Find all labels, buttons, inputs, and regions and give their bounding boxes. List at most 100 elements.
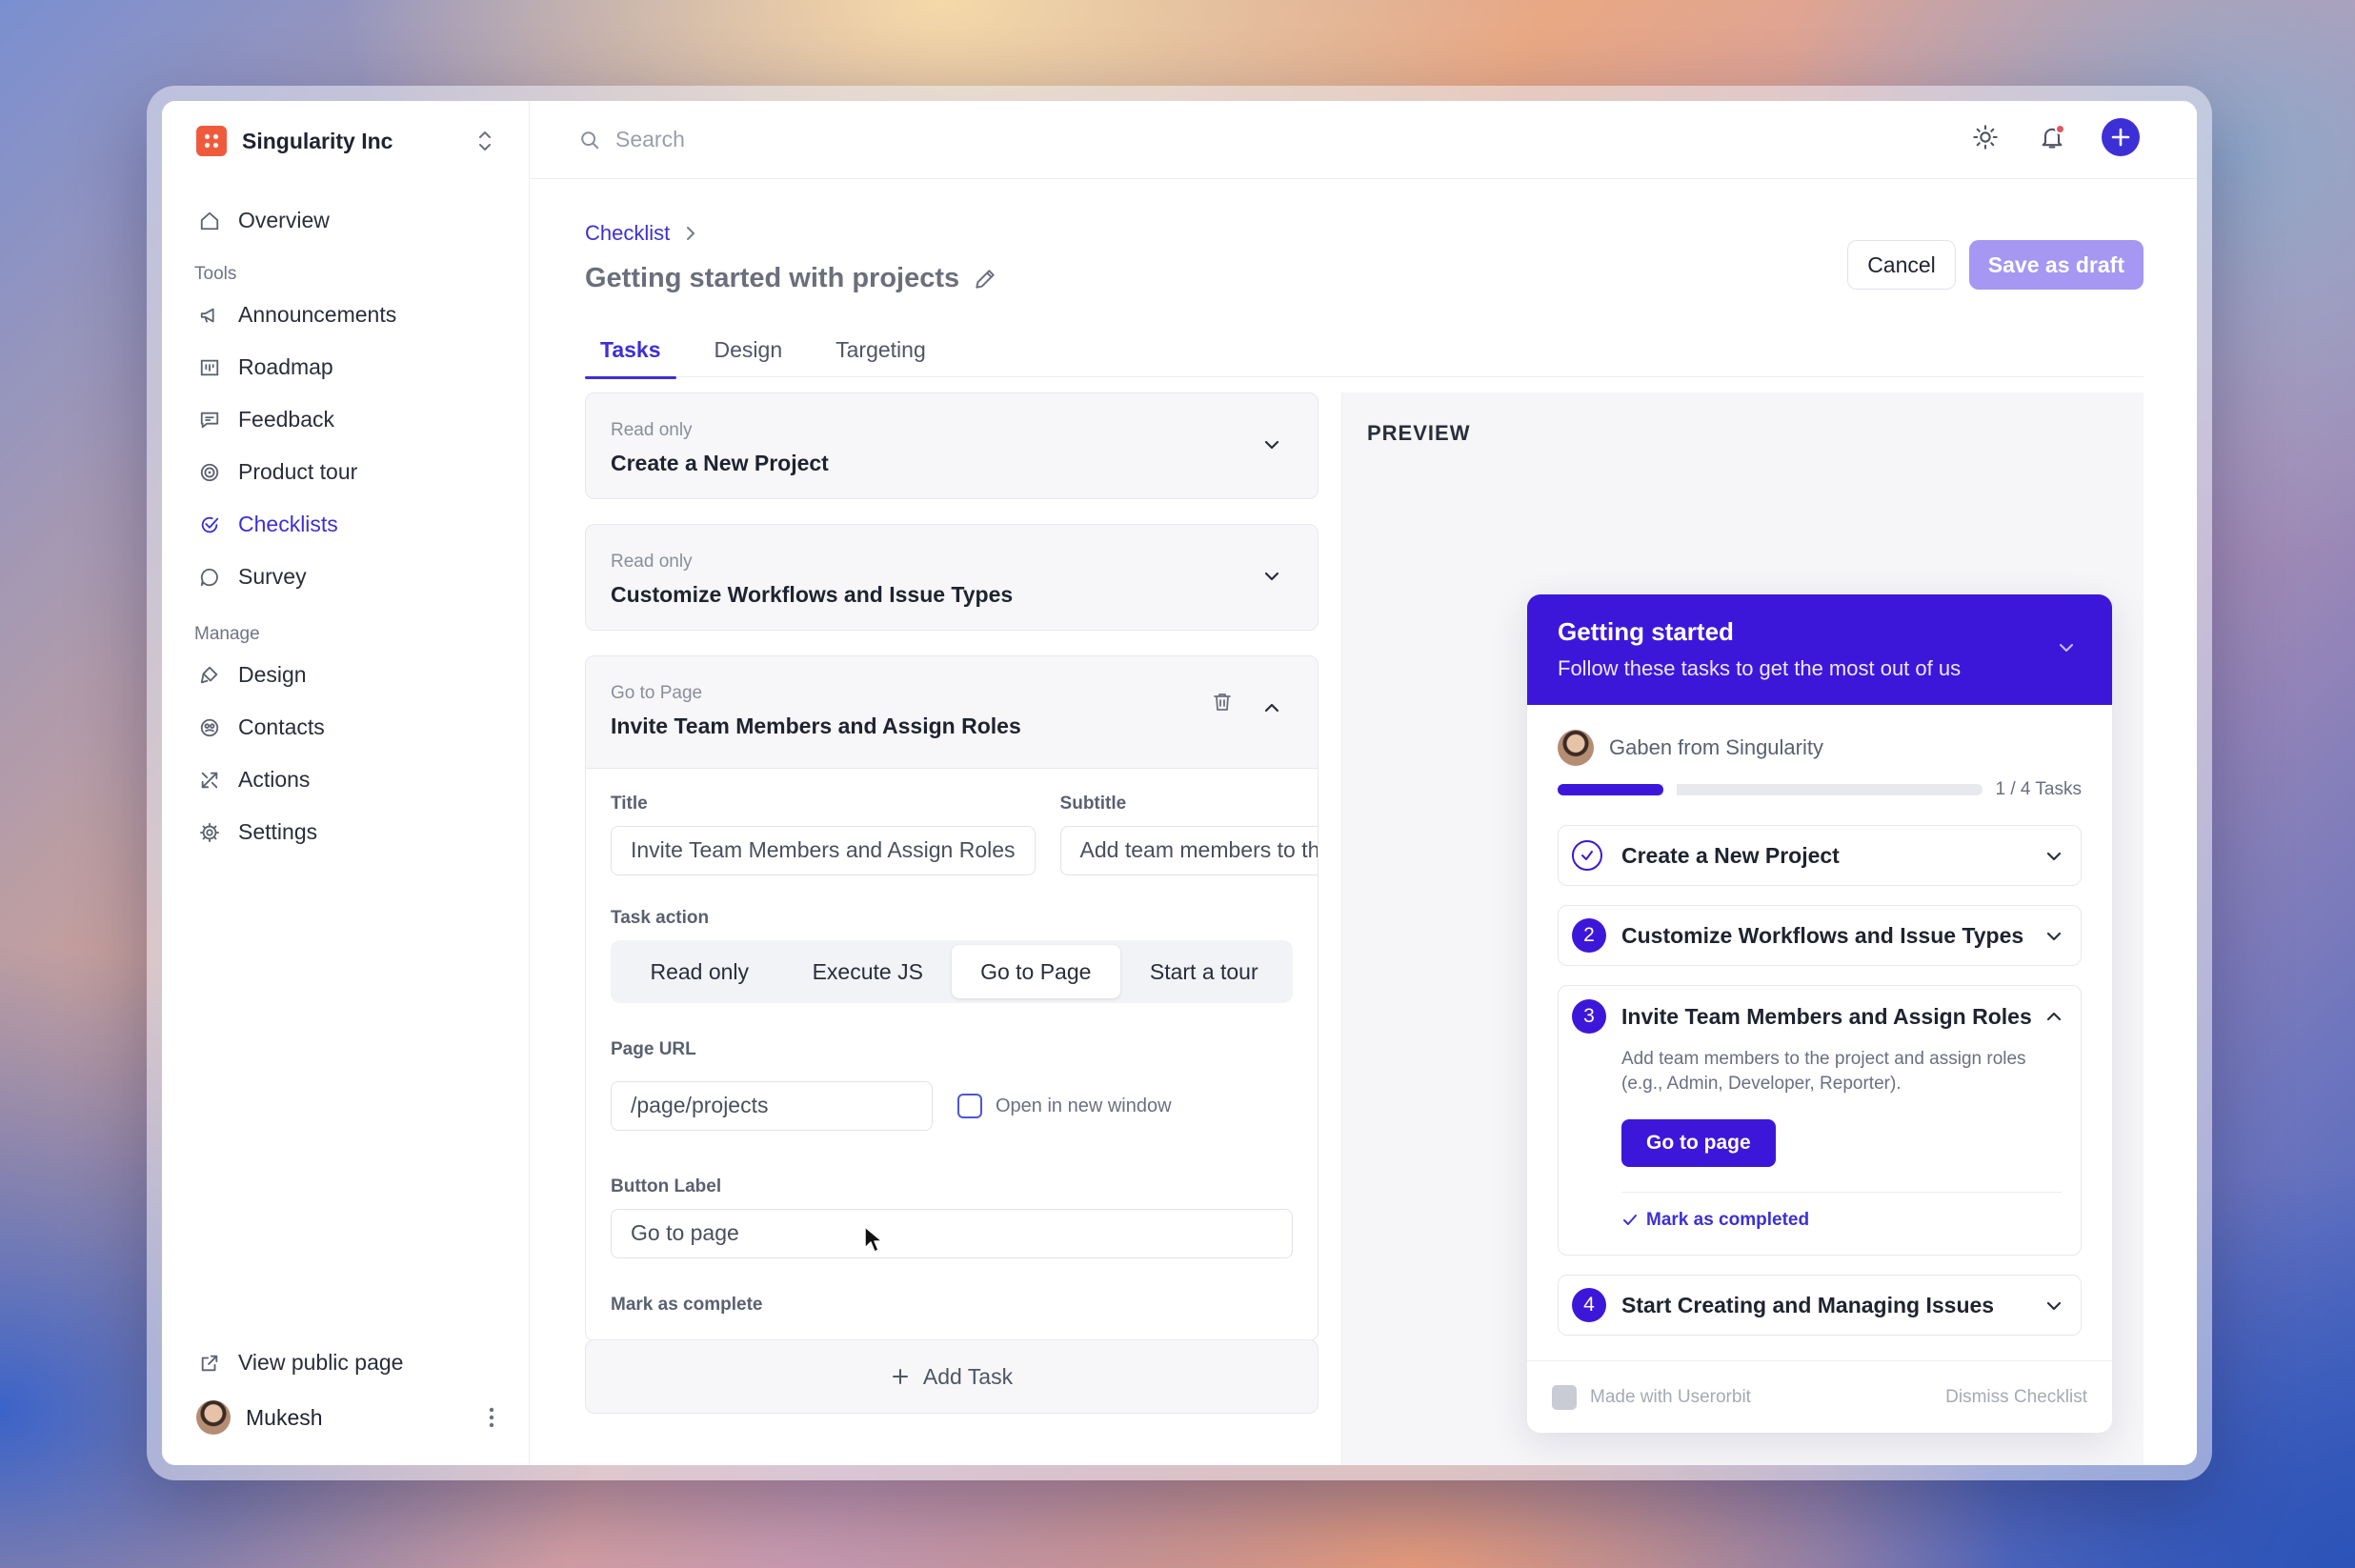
sidebar-item-survey[interactable]: Survey	[185, 551, 506, 603]
chevron-down-icon[interactable]	[2043, 845, 2065, 868]
button-label-label: Button Label	[611, 1176, 722, 1196]
action-start-a-tour[interactable]: Start a tour	[1120, 945, 1289, 998]
chevron-down-icon[interactable]	[2043, 925, 2065, 948]
org-logo-icon	[196, 126, 227, 156]
contacts-icon	[198, 716, 221, 739]
chat-bubble-icon	[198, 566, 221, 589]
chevron-down-icon[interactable]	[1260, 433, 1283, 456]
dismiss-checklist-link[interactable]: Dismiss Checklist	[1945, 1387, 2087, 1408]
task-card[interactable]: Read only Create a New Project	[585, 392, 1318, 499]
widget-header[interactable]: Getting started Follow these tasks to ge…	[1527, 594, 2112, 705]
step-number: 2	[1572, 918, 1606, 953]
task-action-label: Task action	[611, 908, 710, 928]
plus-icon	[891, 1367, 910, 1386]
checklist-item[interactable]: 4 Start Creating and Managing Issues	[1558, 1275, 2082, 1336]
action-go-to-page[interactable]: Go to Page	[952, 945, 1120, 998]
action-execute-js[interactable]: Execute JS	[784, 945, 953, 998]
task-title: Customize Workflows and Issue Types	[611, 582, 1014, 607]
action-read-only[interactable]: Read only	[615, 945, 784, 998]
notification-dot	[2055, 124, 2065, 134]
divider	[1621, 1192, 2062, 1193]
sidebar-item-announcements[interactable]: Announcements	[185, 289, 506, 341]
check-icon	[1621, 1212, 1639, 1229]
userorbit-logo-icon	[1552, 1384, 1577, 1410]
mark-as-completed-label: Mark as completed	[1646, 1210, 1810, 1230]
mark-as-completed-link[interactable]: Mark as completed	[1621, 1210, 2081, 1231]
tab-tasks[interactable]: Tasks	[585, 322, 676, 379]
more-vertical-icon[interactable]	[489, 1407, 494, 1428]
go-to-page-button[interactable]: Go to page	[1621, 1119, 1776, 1167]
bell-icon[interactable]	[2035, 120, 2069, 154]
button-label-input[interactable]: Go to page	[611, 1209, 1293, 1258]
cancel-button[interactable]: Cancel	[1847, 240, 1956, 290]
view-public-page-label: View public page	[238, 1350, 404, 1375]
user-menu[interactable]: Mukesh	[185, 1389, 506, 1446]
sidebar-item-label: Overview	[238, 208, 330, 232]
mark-as-complete-label: Mark as complete	[611, 1295, 763, 1315]
checklist-item[interactable]: 2 Customize Workflows and Issue Types	[1558, 905, 2082, 966]
save-as-draft-button[interactable]: Save as draft	[1968, 240, 2144, 290]
task-action-segmented: Read only Execute JS Go to Page Start a …	[611, 940, 1293, 1003]
chevron-down-icon[interactable]	[1260, 565, 1283, 588]
chevron-right-icon	[685, 226, 696, 241]
subtitle-field: Subtitle Add team members to the project	[1059, 794, 1318, 875]
page-url-input[interactable]: /page/projects	[611, 1081, 933, 1131]
progress-gap	[1663, 784, 1678, 795]
breadcrumb: Checklist	[585, 221, 696, 246]
trash-icon[interactable]	[1211, 691, 1234, 714]
sun-icon[interactable]	[1968, 120, 2003, 154]
tab-design[interactable]: Design	[699, 322, 798, 377]
sidebar-item-overview[interactable]: Overview	[185, 194, 506, 247]
title-input[interactable]: Invite Team Members and Assign Roles	[611, 826, 1036, 875]
chevron-down-icon[interactable]	[2055, 636, 2078, 659]
sidebar-item-roadmap[interactable]: Roadmap	[185, 341, 506, 393]
sidebar-item-settings[interactable]: Settings	[185, 806, 506, 858]
roadmap-icon	[198, 356, 221, 379]
task-form: Title Invite Team Members and Assign Rol…	[586, 769, 1318, 1340]
mouse-cursor-icon	[864, 1226, 883, 1253]
gear-icon	[198, 821, 221, 844]
target-icon	[198, 461, 221, 484]
chevron-down-icon[interactable]	[2043, 1295, 2065, 1317]
sidebar-item-label: Survey	[238, 564, 307, 589]
sidebar-item-product-tour[interactable]: Product tour	[185, 446, 506, 498]
checklist-item-title: Invite Team Members and Assign Roles	[1621, 1003, 2032, 1029]
widget-author: Gaben from Singularity	[1527, 705, 2112, 766]
task-card-header[interactable]: Go to Page Invite Team Members and Assig…	[586, 656, 1318, 769]
sidebar-bottom: View public page Mukesh	[185, 1337, 506, 1446]
view-public-page-link[interactable]: View public page	[185, 1337, 506, 1389]
sidebar-item-actions[interactable]: Actions	[185, 754, 506, 806]
search-icon	[579, 130, 600, 151]
page-url-label: Page URL	[611, 1039, 696, 1059]
checklist-item[interactable]: Create a New Project	[1558, 825, 2082, 886]
paint-icon	[198, 664, 221, 687]
checklist-item-expanded: 3 Invite Team Members and Assign Roles A…	[1558, 985, 2082, 1256]
external-link-icon	[198, 1352, 221, 1375]
open-new-window-checkbox[interactable]	[957, 1094, 982, 1118]
task-type: Read only	[611, 420, 693, 440]
check-circle-icon	[198, 513, 221, 536]
org-switcher[interactable]: Singularity Inc	[185, 101, 506, 181]
section-label-manage: Manage	[194, 624, 260, 644]
subtitle-input[interactable]: Add team members to the project	[1059, 826, 1318, 875]
create-plus-button[interactable]	[2102, 118, 2140, 156]
sidebar-item-design[interactable]: Design	[185, 649, 506, 701]
sidebar-item-label: Feedback	[238, 407, 335, 432]
chevron-up-icon[interactable]	[1260, 696, 1283, 719]
checklist-item-title: Create a New Project	[1621, 842, 1840, 868]
tab-targeting[interactable]: Targeting	[820, 322, 941, 377]
add-task-button[interactable]: Add Task	[585, 1339, 1318, 1414]
sidebar-item-feedback[interactable]: Feedback	[185, 393, 506, 446]
checklist-item-header[interactable]: 3 Invite Team Members and Assign Roles	[1559, 986, 2081, 1047]
pencil-icon[interactable]	[973, 267, 997, 291]
progress-row: 1 / 4 Tasks	[1527, 766, 2112, 800]
breadcrumb-checklist-link[interactable]: Checklist	[585, 221, 670, 246]
chevron-up-icon[interactable]	[2043, 1005, 2065, 1028]
sidebar-item-contacts[interactable]: Contacts	[185, 701, 506, 754]
header-actions: Cancel Save as draft	[1847, 240, 2144, 290]
sidebar-item-label: Settings	[238, 819, 318, 844]
task-card[interactable]: Read only Customize Workflows and Issue …	[585, 524, 1318, 631]
sidebar-item-checklists[interactable]: Checklists	[185, 498, 506, 551]
checklist-item-description: Add team members to the project and assi…	[1621, 1049, 2026, 1094]
search-input[interactable]	[615, 127, 1187, 152]
